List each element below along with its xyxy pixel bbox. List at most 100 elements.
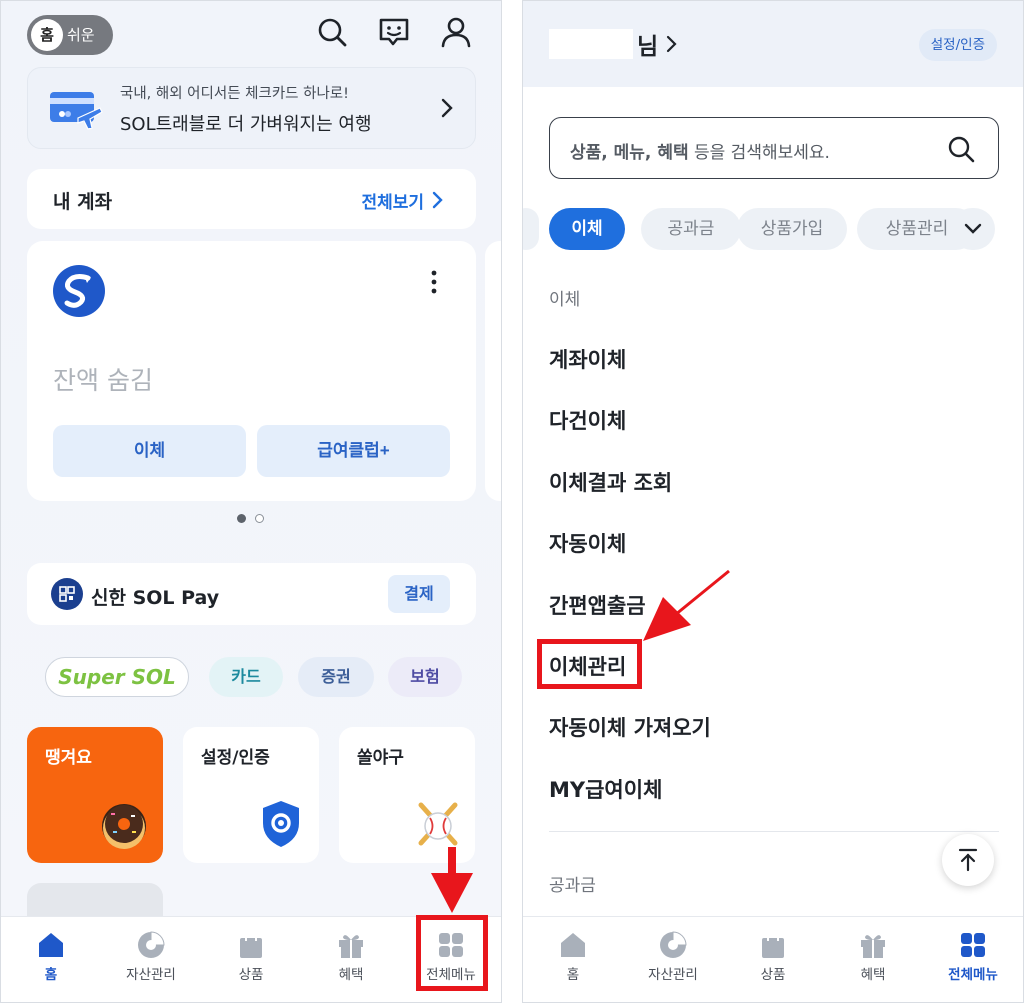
nav-assets[interactable]: 자산관리 [623, 917, 723, 1002]
nav-assets[interactable]: 자산관리 [101, 917, 201, 1002]
carousel-dot-active [237, 514, 246, 523]
tile-ddanggyeoyo[interactable]: 땡겨요 [27, 727, 163, 863]
carousel-dot [255, 514, 264, 523]
nav-label: 상품 [760, 967, 786, 983]
all-menu-screen: 님 설정/인증 상품, 메뉴, 혜택 등을 검색해보세요. 이체 공과금 상품가… [522, 0, 1024, 1003]
account-card[interactable]: 잔액 숨김 이체 급여클럽+ [27, 241, 476, 501]
my-accounts-title: 내 계좌 [53, 191, 113, 213]
gift-icon [339, 935, 363, 958]
menu-search-input[interactable]: 상품, 메뉴, 혜택 등을 검색해보세요. [549, 117, 999, 179]
highlight-box-transfer-management [537, 639, 642, 689]
section-divider [549, 831, 999, 832]
nav-label: 자산관리 [648, 967, 698, 983]
baseball-icon [418, 802, 458, 846]
bottom-nav: 홈 자산관리 상품 혜택 전체메뉴 [523, 916, 1023, 1002]
transfer-button[interactable]: 이체 [53, 425, 246, 477]
banner-title: SOL트래블로 더 가벼워지는 여행 [120, 114, 372, 135]
super-sol-button[interactable]: Super SOL [45, 657, 189, 697]
home-icon [561, 933, 585, 957]
scroll-to-top-button[interactable] [942, 834, 994, 886]
nav-label: 홈 [566, 967, 580, 983]
nav-all-menu[interactable]: 전체메뉴 [923, 917, 1023, 1002]
pie-chart-icon [138, 931, 165, 958]
qr-pay-icon [51, 578, 83, 610]
travel-banner[interactable]: 국내, 해외 어디서든 체크카드 하나로! SOL트래블로 더 가벼워지는 여행 [27, 67, 476, 149]
nav-home[interactable]: 홈 [523, 917, 623, 1002]
tile-settings-auth[interactable]: 설정/인증 [183, 727, 319, 863]
search-placeholder-rest: 등을 검색해보세요. [688, 143, 830, 163]
balance-hidden-text[interactable]: 잔액 숨김 [53, 361, 153, 397]
securities-pill-button[interactable]: 증권 [298, 657, 374, 697]
chevron-right-icon [441, 98, 453, 118]
menu-bulk-transfer[interactable]: 다건이체 [549, 405, 626, 435]
shield-gear-icon [263, 801, 299, 847]
mode-easy-label: 쉬운 [67, 26, 95, 44]
menu-account-transfer[interactable]: 계좌이체 [549, 344, 626, 374]
section-label-transfer: 이체 [549, 290, 581, 310]
menu-header: 님 설정/인증 [523, 1, 1023, 87]
nav-label: 상품 [238, 967, 264, 983]
nav-benefits[interactable]: 혜택 [301, 917, 401, 1002]
red-arrow-diagonal-icon [643, 569, 730, 641]
shopping-bag-icon [762, 932, 784, 958]
user-name-suffix[interactable]: 님 [637, 27, 658, 61]
nav-label: 전체메뉴 [948, 967, 998, 983]
menu-transfer-result[interactable]: 이체결과 조회 [549, 467, 672, 497]
insurance-pill-button[interactable]: 보험 [388, 657, 462, 697]
chevron-down-icon [964, 223, 982, 234]
nav-products[interactable]: 상품 [723, 917, 823, 1002]
arrow-up-icon [958, 848, 978, 872]
sol-pay-bar[interactable]: 신한 SOL Pay 결제 [27, 563, 476, 625]
nav-benefits[interactable]: 혜택 [823, 917, 923, 1002]
shopping-bag-icon [240, 932, 262, 958]
shinhan-logo-icon [53, 265, 105, 317]
nav-label: 자산관리 [126, 967, 176, 983]
mode-home-label: 홈 [31, 19, 63, 51]
pay-button[interactable]: 결제 [388, 575, 450, 613]
next-account-card-peek[interactable] [485, 241, 501, 501]
card-pill-button[interactable]: 카드 [209, 657, 283, 697]
search-placeholder: 상품, 메뉴, 혜택 등을 검색해보세요. [570, 138, 830, 163]
menu-import-auto-transfer[interactable]: 자동이체 가져오기 [549, 712, 711, 742]
my-accounts-header: 내 계좌 전체보기 [27, 169, 476, 229]
menu-easy-app-withdrawal[interactable]: 간편앱출금 [549, 590, 646, 620]
nav-label: 혜택 [338, 967, 364, 983]
chevron-right-icon[interactable] [431, 191, 443, 209]
gift-icon [861, 935, 885, 958]
profile-icon[interactable] [439, 15, 473, 49]
mode-toggle[interactable]: 홈 쉬운 [27, 15, 113, 55]
chip-transfer[interactable]: 이체 [549, 208, 625, 250]
search-placeholder-bold: 상품, 메뉴, 혜택 [570, 143, 689, 163]
chips-expand-button[interactable] [951, 208, 995, 250]
nav-home[interactable]: 홈 [1, 917, 101, 1002]
red-arrow-down-icon [431, 847, 473, 913]
travel-card-icon [50, 92, 103, 130]
chip-utility[interactable]: 공과금 [641, 208, 741, 250]
sol-pay-label: 신한 SOL Pay [91, 587, 220, 609]
banner-subtitle: 국내, 해외 어디서든 체크카드 하나로! [120, 86, 349, 102]
tile-label: 땡겨요 [45, 748, 92, 768]
nav-products[interactable]: 상품 [201, 917, 301, 1002]
menu-my-salary-transfer[interactable]: MY급여이체 [549, 774, 662, 804]
pie-chart-icon [660, 931, 687, 958]
home-screen: 홈 쉬운 국내, 해외 어디서든 체크카드 하나로! SOL트래블로 더 가벼워… [0, 0, 502, 1003]
highlight-box-all-menu [416, 915, 488, 991]
search-icon[interactable] [315, 15, 349, 49]
tile-label: 설정/인증 [201, 748, 270, 768]
grid-icon [961, 933, 985, 957]
search-icon[interactable] [946, 134, 976, 164]
chip-partial[interactable] [523, 208, 539, 250]
tile-label: 쏠야구 [357, 748, 404, 768]
chip-product-join[interactable]: 상품가입 [737, 208, 847, 250]
menu-auto-transfer[interactable]: 자동이체 [549, 528, 626, 558]
nav-label: 혜택 [860, 967, 886, 983]
chevron-right-icon[interactable] [665, 35, 677, 53]
chat-bot-icon[interactable] [377, 15, 411, 49]
view-all-link[interactable]: 전체보기 [361, 188, 424, 213]
more-vertical-icon[interactable] [427, 269, 441, 295]
salary-club-button[interactable]: 급여클럽+ [257, 425, 450, 477]
nav-label: 홈 [44, 967, 58, 983]
masked-username [549, 29, 633, 59]
settings-auth-button[interactable]: 설정/인증 [918, 29, 997, 61]
tile-sol-baseball[interactable]: 쏠야구 [339, 727, 475, 863]
